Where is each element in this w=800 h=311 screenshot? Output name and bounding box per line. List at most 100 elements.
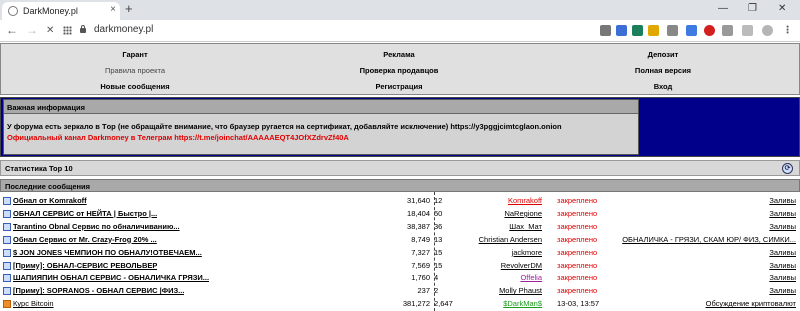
topic-icon xyxy=(3,222,11,231)
shield-icon[interactable] xyxy=(616,25,627,36)
topic-icon xyxy=(3,209,11,218)
topic-status: закреплено xyxy=(557,260,598,270)
topic-views: 381,272 xyxy=(402,299,430,309)
topic-category-link[interactable]: Заливы xyxy=(769,196,796,205)
window-close-button[interactable]: ✕ xyxy=(778,3,786,14)
nav-registration[interactable]: Регистрация xyxy=(319,82,479,91)
topic-title-link[interactable]: Курс Bitcoin xyxy=(13,299,54,308)
topic-replies: 2,647 xyxy=(434,299,453,309)
stop-button[interactable]: ✕ xyxy=(46,24,54,38)
stats-top10-header[interactable]: Статистика Top 10 ⟳ xyxy=(0,160,800,176)
topic-author-link[interactable]: Komrakoff xyxy=(508,196,542,205)
topic-views: 31,640 xyxy=(407,196,430,205)
table-row: Tarantino Obnal Сервис по обналичиванию.… xyxy=(0,221,800,233)
topic-replies: 50 xyxy=(434,208,443,218)
topic-icon xyxy=(3,248,11,257)
topic-title-link[interactable]: Обнал от Komrakoff xyxy=(13,196,87,205)
folder-icon[interactable] xyxy=(667,25,678,36)
topic-title-link[interactable]: $ JON JONES ЧЕМПИОН ПО ОБНАЛУ!ОТВЕЧАЕМ..… xyxy=(13,248,202,257)
topic-replies: 13 xyxy=(434,234,443,244)
avatar[interactable] xyxy=(762,25,773,36)
favicon-icon xyxy=(8,6,18,16)
maximize-button[interactable]: ❐ xyxy=(748,3,757,14)
topic-views: 1,760 xyxy=(411,273,430,283)
table-row: [Приму]: SOPRANOS - ОБНАЛ СЕРВИС |ФИЗ...… xyxy=(0,285,800,297)
translate-icon[interactable] xyxy=(742,25,753,36)
topic-title-link[interactable]: [Приму]: SOPRANOS - ОБНАЛ СЕРВИС |ФИЗ... xyxy=(13,286,184,295)
topic-icon xyxy=(3,235,11,244)
topic-title-link[interactable]: [Приму]: ОБНАЛ-СЕРВИС РЕВОЛЬВЕР xyxy=(13,261,157,270)
important-info-box: Важная информация У форума есть зеркало … xyxy=(3,99,639,155)
nav-rules[interactable]: Правила проекта xyxy=(55,66,215,75)
table-row: [Приму]: ОБНАЛ-СЕРВИС РЕВОЛЬВЕР 7,569 15 Re… xyxy=(0,260,800,272)
apps-icon[interactable] xyxy=(63,26,72,35)
topic-category-link[interactable]: Заливы xyxy=(769,248,796,257)
topic-replies: 15 xyxy=(434,260,443,270)
topic-category-link[interactable]: Заливы xyxy=(769,261,796,270)
topic-icon xyxy=(3,261,11,270)
table-row: $ JON JONES ЧЕМПИОН ПО ОБНАЛУ!ОТВЕЧАЕМ..… xyxy=(0,247,800,259)
refresh-icon[interactable]: ⟳ xyxy=(782,163,793,174)
telegram-notice[interactable]: Официальный канал Darkmoney в Телеграм h… xyxy=(7,133,349,142)
topic-status: закреплено xyxy=(557,273,598,283)
topic-category-link[interactable]: Заливы xyxy=(769,222,796,231)
close-tab-icon[interactable]: × xyxy=(110,4,116,15)
topic-category-link[interactable]: Обсуждение криптовалют xyxy=(706,299,796,308)
topic-category-link[interactable]: ОБНАЛИЧКА - ГРЯЗИ, СКАМ ЮР/ ФИЗ, СИМКИ..… xyxy=(622,235,796,244)
forward-button[interactable]: → xyxy=(26,23,38,37)
topic-status: закреплено xyxy=(557,286,598,296)
star-icon[interactable] xyxy=(648,25,659,36)
topic-status: закреплено xyxy=(557,196,598,205)
nav-seller-check[interactable]: Проверка продавцов xyxy=(319,66,479,75)
table-row: Курс Bitcoin 381,272 2,647 $DarkMan$ 13-03, … xyxy=(0,298,800,310)
nav-deposit[interactable]: Депозит xyxy=(583,50,743,59)
topic-author-link[interactable]: Molly Phaust xyxy=(499,286,542,295)
table-row: ОБНАЛ СЕРВИС от НЕЙТА | Быстро |... 18,40… xyxy=(0,208,800,220)
topic-author-link[interactable]: Offelia xyxy=(520,273,542,282)
topic-author-link[interactable]: $DarkMan$ xyxy=(503,299,542,308)
topic-icon xyxy=(3,287,11,296)
extension-icon[interactable] xyxy=(686,25,697,36)
topic-views: 18,404 xyxy=(407,208,430,218)
column-divider xyxy=(434,192,435,311)
topic-title-link[interactable]: Обнал Сервис от Mr. Crazy-Frog 20% ... xyxy=(13,235,157,244)
menu-icon[interactable]: ⋮ xyxy=(782,25,793,36)
back-button[interactable]: ← xyxy=(6,23,18,37)
topic-views: 237 xyxy=(417,286,430,296)
camera-icon[interactable] xyxy=(600,25,611,36)
lock-icon[interactable] xyxy=(80,25,86,33)
browser-tab[interactable]: DarkMoney.pl × xyxy=(2,2,120,20)
topic-author-link[interactable]: Шах_Мат xyxy=(509,222,542,231)
address-bar[interactable]: darkmoney.pl xyxy=(94,24,153,35)
topic-author-link[interactable]: Christian Andersen xyxy=(479,235,542,244)
stats-title: Статистика Top 10 xyxy=(5,164,73,173)
latest-title: Последние сообщения xyxy=(5,182,91,191)
topic-status: закреплено xyxy=(557,208,598,218)
nav-full-version[interactable]: Полная версия xyxy=(583,66,743,75)
topic-icon xyxy=(3,197,11,205)
puzzle-icon[interactable] xyxy=(722,25,733,36)
nav-new-messages[interactable]: Новые сообщения xyxy=(55,82,215,91)
topic-status: закреплено xyxy=(557,247,598,257)
nav-login[interactable]: Вход xyxy=(583,82,743,91)
table-row: ШАПИЯПИН ОБНАЛ СЕРВИС - ОБНАЛИЧКА ГРЯЗИ.… xyxy=(0,272,800,284)
topic-category-link[interactable]: Заливы xyxy=(769,209,796,218)
check-icon[interactable] xyxy=(632,25,643,36)
minimize-button[interactable]: — xyxy=(718,3,728,14)
topic-category-link[interactable]: Заливы xyxy=(769,286,796,295)
adblock-icon[interactable] xyxy=(704,25,715,36)
topic-author-link[interactable]: NaRegione xyxy=(504,209,542,218)
topic-category-link[interactable]: Заливы xyxy=(769,273,796,282)
new-tab-button[interactable]: + xyxy=(125,2,133,16)
topic-author-link[interactable]: jackmore xyxy=(512,248,542,257)
topic-title-link[interactable]: Tarantino Obnal Сервис по обналичиванию.… xyxy=(13,222,180,231)
forum-nav: Гарант Реклама Депозит Правила проекта П… xyxy=(0,43,800,95)
mirror-notice[interactable]: У форума есть зеркало в Tор (не обращайт… xyxy=(7,122,562,131)
nav-advertising[interactable]: Реклама xyxy=(319,50,479,59)
topic-replies: 12 xyxy=(434,196,443,205)
browser-toolbar: ← → ✕ darkmoney.pl ⋮ xyxy=(0,20,800,42)
nav-guarantee[interactable]: Гарант xyxy=(55,50,215,59)
topic-title-link[interactable]: ОБНАЛ СЕРВИС от НЕЙТА | Быстро |... xyxy=(13,209,157,218)
topic-author-link[interactable]: RevolverDM xyxy=(501,261,542,270)
topic-title-link[interactable]: ШАПИЯПИН ОБНАЛ СЕРВИС - ОБНАЛИЧКА ГРЯЗИ.… xyxy=(13,273,209,282)
